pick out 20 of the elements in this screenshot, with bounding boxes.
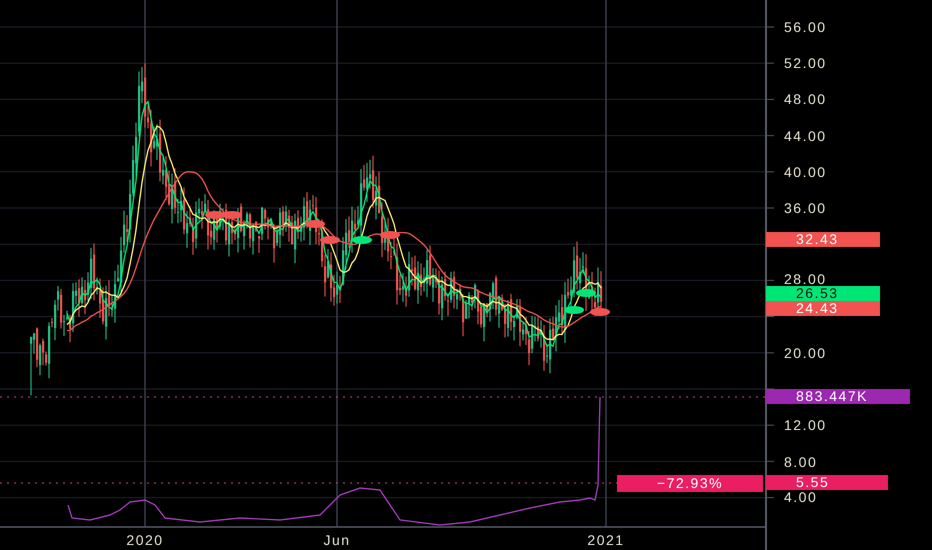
axis-label: 2020 <box>126 532 164 548</box>
axis-label: 44.00 <box>784 128 827 144</box>
axis-label: 2021 <box>587 532 625 548</box>
price-label: 26.53 <box>766 286 880 301</box>
price-label: 24.43 <box>766 301 880 316</box>
axis-label: 20.00 <box>784 345 827 361</box>
axis-label: 52.00 <box>784 55 827 71</box>
axis-label: Jun <box>323 532 351 548</box>
axis-label: 48.00 <box>784 91 827 107</box>
price-label: 5.55 <box>766 475 888 490</box>
axis-label: 28.00 <box>784 271 827 287</box>
axis-label: 56.00 <box>784 19 827 35</box>
axis-label: 4.00 <box>784 489 818 505</box>
price-label: 32.43 <box>766 232 880 247</box>
axis-label: 8.00 <box>784 454 818 470</box>
axis-label: 40.00 <box>784 164 827 180</box>
axis-label: 12.00 <box>784 417 827 433</box>
axis-label: 36.00 <box>784 200 827 216</box>
price-label: 883.447K <box>766 389 910 404</box>
change-label: −72.93% <box>617 475 763 492</box>
